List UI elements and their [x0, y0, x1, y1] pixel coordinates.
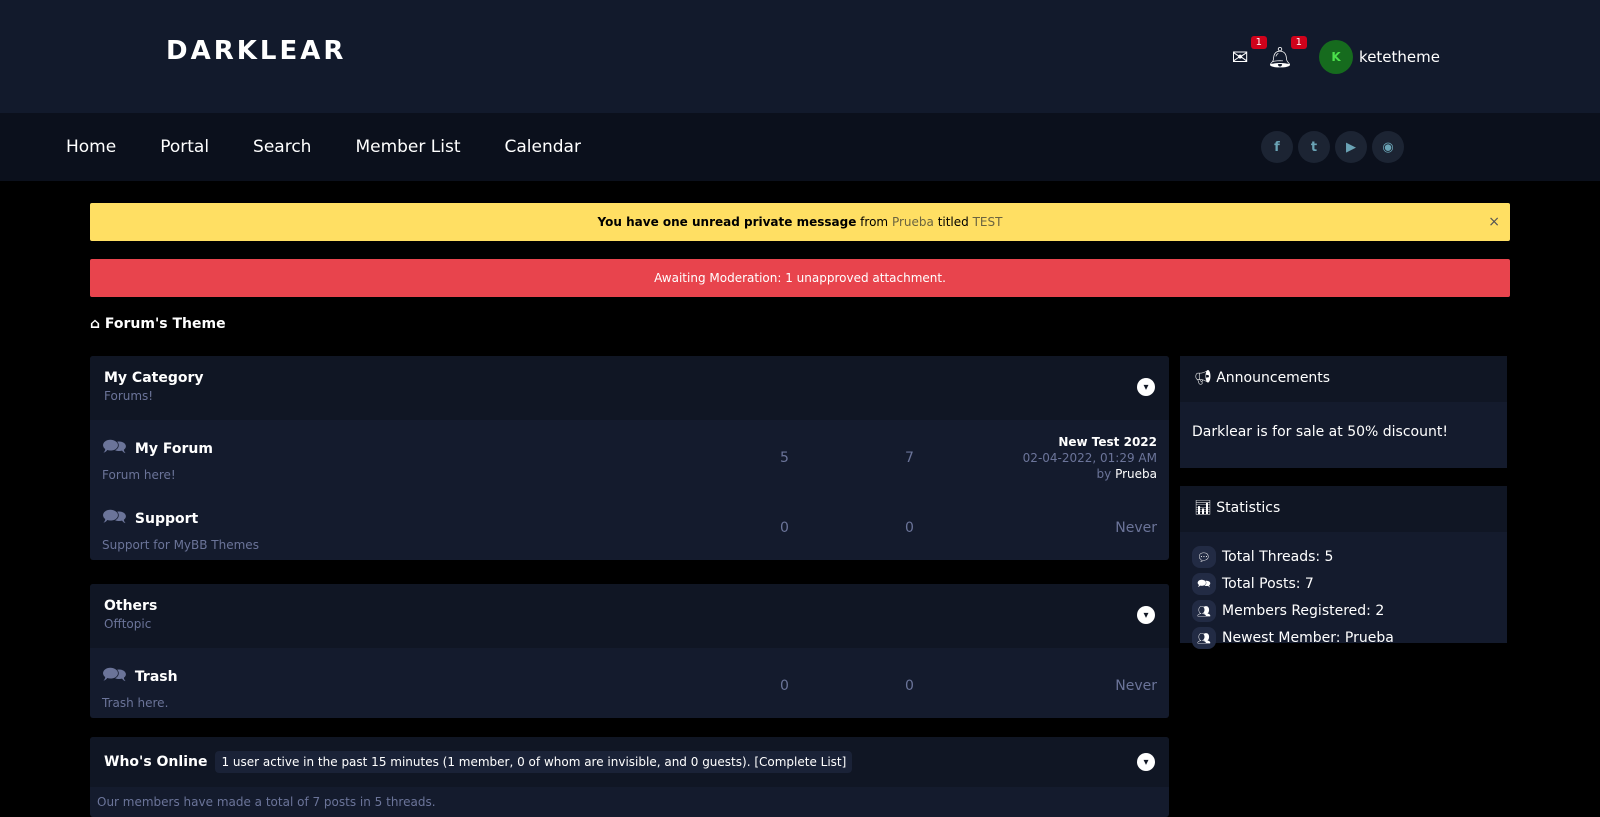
pm-alert-text: You have one unread private message: [597, 215, 857, 229]
moderation-alert[interactable]: Awaiting Moderation: 1 unapproved attach…: [90, 259, 1510, 297]
forum-desc: Forum here!: [102, 468, 176, 482]
thread-count: 0: [780, 520, 789, 536]
category-panel: Others Offtopic ▾ 🗪︎ Trash Trash here. 0 0 …: [90, 584, 1169, 718]
stat-label: Total Posts: 7: [1222, 576, 1314, 592]
thread-count: 5: [780, 450, 789, 466]
post-count: 0: [905, 520, 914, 536]
megaphone-icon: 📢︎: [1194, 370, 1212, 386]
forum-row: 🗪︎ Support Support for MyBB Themes 0 0 Ne…: [90, 490, 1169, 560]
last-post-title[interactable]: New Test 2022: [1058, 435, 1157, 449]
statistics-title: Statistics: [1216, 500, 1281, 516]
close-icon[interactable]: ×: [1488, 214, 1500, 230]
category-title[interactable]: My Category: [104, 370, 1155, 386]
whos-online-title: Who's Online: [104, 754, 208, 770]
collapse-chevron-icon[interactable]: ▾: [1137, 753, 1155, 771]
pm-alert: You have one unread private message from…: [90, 203, 1510, 241]
main-nav: Home Portal Search Member List Calendar …: [0, 113, 1600, 181]
online-summary[interactable]: 1 user active in the past 15 minutes (1 …: [215, 751, 853, 773]
forum-bubbles-icon: 🗪︎: [102, 662, 127, 686]
forum-bubbles-icon: 🗪︎: [102, 434, 127, 458]
forum-row: 🗪︎ My Forum Forum here! 5 7 New Test 2022…: [90, 420, 1169, 490]
category-desc: Forums!: [104, 389, 154, 403]
username[interactable]: ketetheme: [1359, 48, 1440, 66]
breadcrumb: ⌂ Forum's Theme: [90, 316, 226, 332]
announcements-title: Announcements: [1216, 370, 1331, 386]
header: DARKLEAR ✉ 1 🔔︎ 1 K ketetheme: [0, 0, 1600, 113]
category-title[interactable]: Others: [104, 598, 1155, 614]
stat-label[interactable]: Newest Member: Prueba: [1222, 630, 1394, 646]
pm-title-link[interactable]: TEST: [973, 215, 1003, 229]
nav-home[interactable]: Home: [66, 137, 116, 157]
messages-badge: 1: [1250, 36, 1268, 49]
announcements-panel: 📢︎ Announcements Darklear is for sale at…: [1180, 356, 1507, 468]
post-count: 0: [905, 678, 914, 694]
category-panel: My Category Forums! ▾ 🗪︎ My Forum Forum her…: [90, 356, 1169, 560]
home-icon[interactable]: ⌂: [90, 316, 100, 332]
twitter-icon[interactable]: t: [1298, 131, 1330, 163]
stat-members: 👥︎ Members Registered: 2: [1192, 600, 1495, 622]
avatar[interactable]: K: [1319, 40, 1354, 74]
pm-sender-link[interactable]: Prueba: [892, 215, 934, 229]
thread-count: 0: [780, 678, 789, 694]
user-friends-icon: 👥︎: [1192, 627, 1216, 649]
nav-portal[interactable]: Portal: [160, 137, 209, 157]
forum-desc: Trash here.: [102, 696, 169, 710]
forum-name[interactable]: Trash: [135, 669, 178, 685]
announcement-text: Darklear is for sale at 50% discount!: [1180, 402, 1507, 468]
forum-name[interactable]: Support: [135, 511, 198, 527]
category-desc: Offtopic: [104, 617, 152, 631]
by-label: by: [1096, 467, 1112, 481]
stat-newest: 👥︎ Newest Member: Prueba: [1192, 627, 1495, 649]
comments-icon: 🗪︎: [1192, 573, 1216, 595]
envelope-icon: ✉: [1231, 45, 1249, 69]
youtube-icon[interactable]: ▶: [1335, 131, 1367, 163]
last-post: Never: [1115, 520, 1157, 536]
forum-name[interactable]: My Forum: [135, 441, 213, 457]
user-area: ✉ 1 🔔︎ 1 K ketetheme: [1227, 36, 1440, 74]
forum-desc: Support for MyBB Themes: [102, 538, 259, 552]
pm-titled-label: titled: [937, 215, 969, 229]
users-icon: 👥︎: [1192, 600, 1216, 622]
last-post: Never: [1115, 678, 1157, 694]
logo[interactable]: DARKLEAR: [166, 36, 346, 66]
notifications-button[interactable]: 🔔︎ 1: [1267, 36, 1308, 70]
stat-label: Total Threads: 5: [1222, 549, 1334, 565]
forum-bubbles-icon: 🗪︎: [102, 504, 127, 528]
comment-icon: 💬︎: [1192, 546, 1216, 568]
post-count: 7: [905, 450, 914, 466]
statistics-panel: 📊︎ Statistics 💬︎ Total Threads: 5 🗪︎ Total…: [1180, 486, 1507, 649]
notifications-badge: 1: [1290, 36, 1308, 49]
facebook-icon[interactable]: f: [1261, 131, 1293, 163]
chart-icon: 📊︎: [1194, 500, 1212, 516]
stat-label: Members Registered: 2: [1222, 603, 1385, 619]
online-stats: Our members have made a total of 7 posts…: [97, 795, 436, 809]
bell-icon: 🔔︎: [1267, 45, 1293, 69]
discord-icon[interactable]: ◉: [1372, 131, 1404, 163]
breadcrumb-current[interactable]: Forum's Theme: [105, 316, 226, 332]
forum-row: 🗪︎ Trash Trash here. 0 0 Never: [90, 648, 1169, 718]
stat-threads: 💬︎ Total Threads: 5: [1192, 546, 1495, 568]
last-post-user[interactable]: Prueba: [1115, 467, 1157, 481]
whos-online-panel: Who's Online 1 user active in the past 15…: [90, 737, 1169, 817]
nav-search[interactable]: Search: [253, 137, 311, 157]
pm-from-label: from: [860, 215, 889, 229]
last-post-date: 02-04-2022, 01:29 AM: [1022, 451, 1157, 465]
nav-member-list[interactable]: Member List: [355, 137, 460, 157]
collapse-chevron-icon[interactable]: ▾: [1137, 606, 1155, 624]
stat-posts: 🗪︎ Total Posts: 7: [1192, 573, 1495, 595]
nav-calendar[interactable]: Calendar: [505, 137, 581, 157]
social-links: f t ▶ ◉: [1261, 131, 1404, 163]
messages-button[interactable]: ✉ 1: [1227, 36, 1268, 70]
collapse-chevron-icon[interactable]: ▾: [1137, 378, 1155, 396]
